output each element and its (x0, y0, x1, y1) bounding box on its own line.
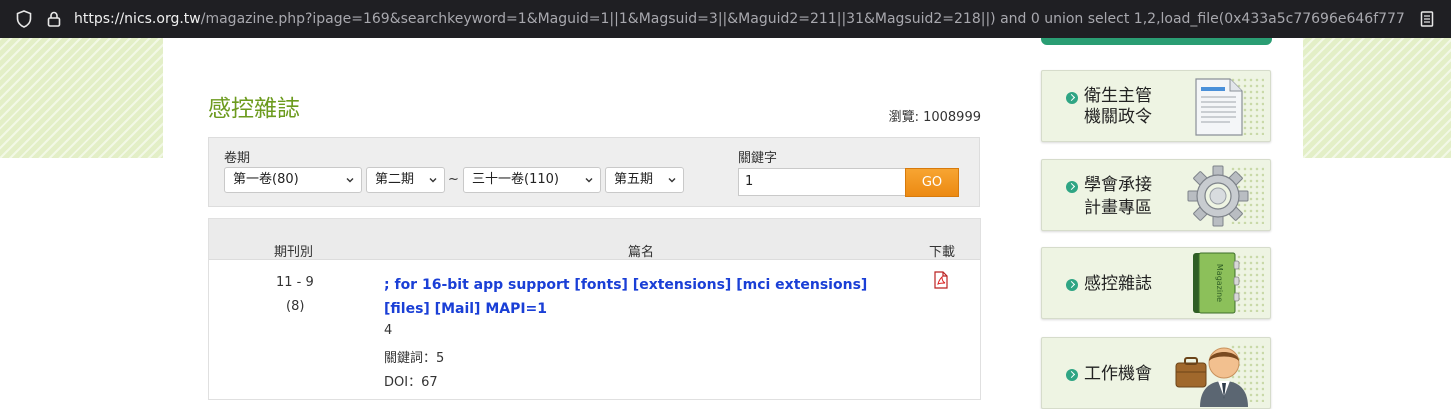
url-host: https://nics.org.tw (74, 11, 201, 27)
url-path: /magazine.php?ipage=169&searchkeyword=1&… (200, 11, 1404, 27)
background-stripe-right (1303, 38, 1451, 158)
volume-to-select[interactable]: 三十一卷(110) (463, 167, 601, 193)
card-label-line1: 衛生主管 (1084, 86, 1152, 106)
period-label: 卷期 (224, 151, 251, 166)
chevron-down-icon (668, 178, 676, 183)
sidebar-card-projects[interactable]: 學會承接 計畫專區 (1041, 159, 1271, 231)
businessman-icon (1175, 347, 1248, 407)
volume-to-value: 三十一卷(110) (472, 172, 559, 187)
background-stripe-left (0, 38, 163, 158)
reader-view-icon[interactable] (1417, 9, 1437, 29)
document-icon (1195, 78, 1243, 136)
chevron-down-icon (346, 178, 354, 183)
card-label-line2: 計畫專區 (1084, 198, 1152, 218)
sidebar-card-magazine[interactable]: 感控雜誌 Magazine (1041, 247, 1271, 319)
card-label-line1: 學會承接 (1084, 175, 1152, 195)
card-label-line1: 感控雜誌 (1084, 274, 1152, 294)
issue-to-value: 第五期 (614, 172, 654, 187)
issue-from-value: 第二期 (375, 172, 415, 187)
card-label-line2: 機關政令 (1084, 107, 1152, 127)
card-label-line1: 工作機會 (1084, 364, 1152, 384)
browser-address-bar[interactable]: https://nics.org.tw/magazine.php?ipage=1… (0, 0, 1451, 38)
keyword-label: 關鍵字 (738, 151, 778, 166)
header-issue: 期刊別 (274, 245, 314, 260)
arrow-bullet-icon (1066, 92, 1078, 104)
issue-to-select[interactable]: 第五期 (605, 167, 684, 193)
sidebar-card-jobs[interactable]: 工作機會 (1041, 337, 1271, 409)
page-title: 感控雜誌 (208, 96, 300, 122)
row-line2: 4 (384, 323, 393, 338)
chevron-down-icon (585, 178, 593, 183)
results-table: 期刊別 篇名 下載 11 - 9 (8) ; for 16-bit app su… (208, 218, 981, 400)
book-cover-text: Magazine (1215, 264, 1224, 302)
gear-icon (1187, 165, 1249, 227)
arrow-bullet-icon (1066, 369, 1078, 381)
article-title-link[interactable]: ; for 16-bit app support [fonts] [extens… (384, 273, 904, 321)
view-counter: 瀏覽: 1008999 (888, 110, 981, 125)
chevron-down-icon (429, 178, 437, 183)
shield-icon[interactable] (14, 9, 34, 29)
range-separator: ~ (448, 172, 459, 187)
row-doi: DOI：67 (384, 375, 438, 390)
arrow-bullet-icon (1066, 181, 1078, 193)
arrow-bullet-icon (1066, 279, 1078, 291)
lock-icon[interactable] (44, 9, 64, 29)
url-field[interactable]: https://nics.org.tw/magazine.php?ipage=1… (74, 10, 1404, 28)
go-button[interactable]: GO (905, 168, 959, 197)
table-header: 期刊別 篇名 下載 (209, 219, 980, 260)
row-issue-sub: (8) (286, 299, 305, 314)
sidebar-top-tab (1041, 38, 1272, 45)
magazine-book-icon: Magazine (1193, 252, 1240, 314)
volume-from-select[interactable]: 第一卷(80) (224, 167, 362, 193)
pdf-download-icon[interactable] (933, 271, 949, 289)
row-keywords: 關鍵詞：5 (384, 351, 445, 366)
volume-from-value: 第一卷(80) (233, 172, 299, 187)
header-title: 篇名 (628, 245, 655, 260)
issue-from-select[interactable]: 第二期 (366, 167, 445, 193)
header-download: 下載 (929, 245, 956, 260)
sidebar-card-health-policy[interactable]: 衛生主管 機關政令 (1041, 70, 1271, 142)
keyword-input[interactable]: 1 (738, 168, 906, 196)
row-issue: 11 - 9 (276, 275, 314, 290)
